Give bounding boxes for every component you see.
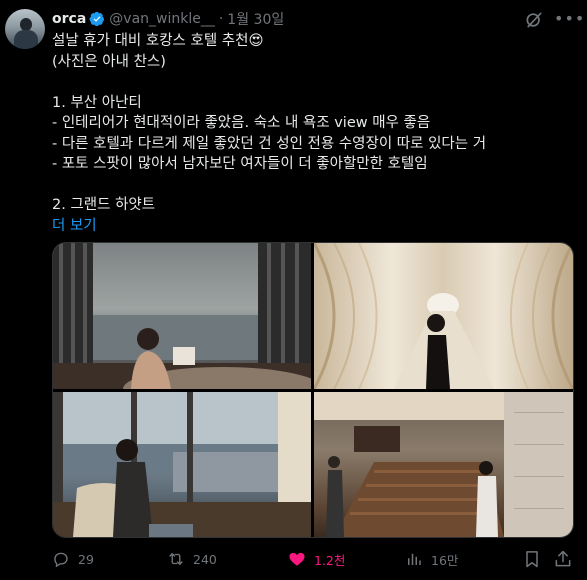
photo-white-corridor[interactable]: [314, 243, 573, 389]
author-name[interactable]: orca: [52, 11, 86, 27]
tweet-text: 설날 휴가 대비 호캉스 호텔 추천😍 (사진은 아내 찬스) 1. 부산 아난…: [52, 31, 572, 236]
reply-button[interactable]: 29: [52, 549, 94, 569]
show-more-link[interactable]: 더 보기: [52, 216, 572, 237]
share-icon[interactable]: [553, 549, 573, 569]
photo-bathtub-sea-view[interactable]: [53, 243, 311, 389]
tweet-line: - 포토 스팟이 많아서 남자보단 여자들이 더 좋아할만한 호텔임: [52, 156, 428, 172]
photo-lobby-stairs[interactable]: [314, 392, 573, 537]
retweet-button[interactable]: 240: [167, 549, 217, 569]
views-count: 16만: [431, 552, 459, 568]
tweet-date[interactable]: 1월 30일: [227, 9, 284, 29]
retweet-count: 240: [193, 551, 217, 567]
reply-count: 29: [78, 551, 94, 567]
avatar[interactable]: [5, 9, 45, 49]
tweet: orca @van_winkle__ · 1월 30일 ••• 설날 휴가 대비…: [0, 0, 587, 580]
tweet-line: 2. 그랜드 하얏트: [52, 197, 156, 213]
tweet-line: (사진은 아내 찬스): [52, 53, 166, 70]
heart-icon: [289, 552, 305, 566]
media-grid: [52, 242, 574, 538]
more-options-icon[interactable]: •••: [554, 9, 584, 29]
verified-badge-icon[interactable]: [89, 11, 105, 27]
tweet-line: 1. 부산 아난티: [52, 94, 142, 111]
tweet-line: - 다른 호텔과 다르게 제일 좋았던 건 성인 전용 수영장이 따로 있다는 …: [52, 135, 487, 152]
bookmark-icon[interactable]: [522, 549, 542, 569]
tweet-line: 설날 휴가 대비 호캉스 호텔 추천😍: [52, 33, 264, 49]
header-separator: ·: [218, 11, 224, 27]
views-chart-icon: [408, 553, 421, 565]
like-count: 1.2천: [314, 552, 346, 568]
retweet-icon: [169, 553, 183, 565]
reply-icon: [54, 552, 68, 568]
tweet-header: orca @van_winkle__ · 1월 30일: [52, 9, 284, 29]
tweet-line: [52, 175, 572, 196]
views-button[interactable]: 16만: [405, 549, 458, 569]
avatar-figure-body: [14, 30, 38, 49]
author-handle[interactable]: @van_winkle__: [109, 11, 215, 27]
tweet-line: [52, 72, 572, 93]
like-button[interactable]: 1.2천: [288, 549, 345, 569]
photo-city-view-armchair[interactable]: [53, 392, 311, 537]
grok-icon[interactable]: [524, 10, 544, 30]
tweet-line: - 인테리어가 현대적이라 좋았음. 숙소 내 욕조 view 매우 좋음: [52, 115, 431, 131]
